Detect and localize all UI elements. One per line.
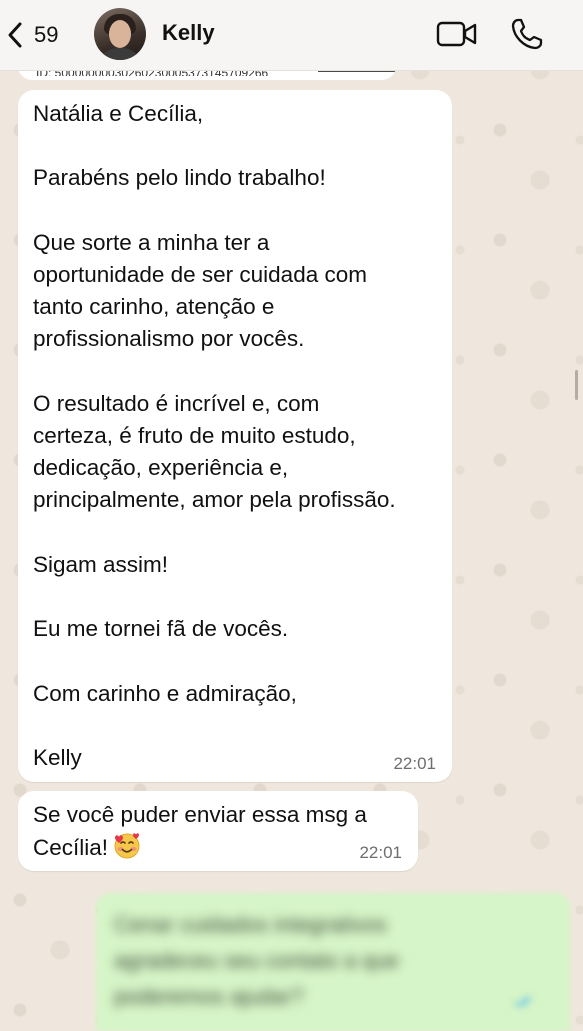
double-check-icon xyxy=(514,996,532,1008)
message-text: Se você puder enviar essa msg a Cecília! xyxy=(33,799,367,864)
phone-icon xyxy=(511,18,543,50)
smiling-face-with-hearts-icon xyxy=(114,833,140,859)
video-call-button[interactable] xyxy=(436,20,478,53)
message-bubble[interactable]: Se você puder enviar essa msg a Cecília!… xyxy=(18,791,418,871)
outgoing-message-bubble[interactable]: Cenar cuidados integrativos agradeceu se… xyxy=(96,893,570,1031)
message-timestamp: 22:01 xyxy=(393,754,436,773)
outgoing-message-text: Cenar cuidados integrativos agradeceu se… xyxy=(114,912,400,1009)
message-text-content: Se você puder enviar essa msg a Cecília! xyxy=(33,802,367,861)
message-timestamp: 22:01 xyxy=(359,843,402,862)
message-text: Natália e Cecília, Parabéns pelo lindo t… xyxy=(33,101,396,771)
avatar[interactable] xyxy=(94,8,146,60)
unread-count: 59 xyxy=(34,22,59,47)
contact-name[interactable]: Kelly xyxy=(162,20,215,46)
chat-header: 59 Kelly xyxy=(0,0,583,71)
back-button[interactable]: 59 xyxy=(6,18,58,52)
voice-call-button[interactable] xyxy=(510,17,544,56)
message-bubble[interactable]: Natália e Cecília, Parabéns pelo lindo t… xyxy=(18,90,452,782)
scroll-indicator[interactable] xyxy=(575,370,578,400)
chevron-left-icon xyxy=(8,22,22,48)
video-camera-icon xyxy=(436,21,477,47)
